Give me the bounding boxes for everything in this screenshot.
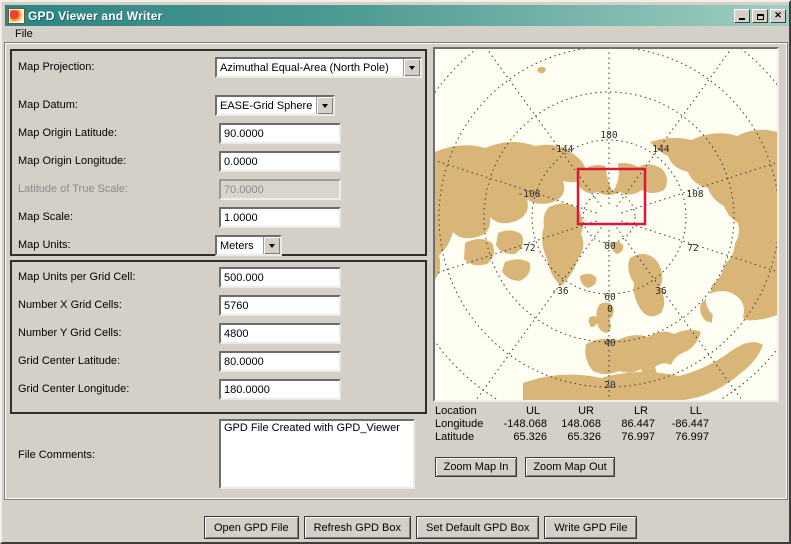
map-origin-latitude-label: Map Origin Latitude: xyxy=(18,127,118,139)
bottom-button-bar: Open GPD File Refresh GPD Box Set Defaul… xyxy=(204,516,638,539)
y-cells-input[interactable] xyxy=(219,323,341,344)
file-comments-label: File Comments: xyxy=(18,449,96,461)
menubar: File xyxy=(5,26,789,42)
loc-header-ur: UR xyxy=(578,404,594,417)
app-window: GPD Viewer and Writer ✕ File Map Project… xyxy=(0,0,791,544)
grid-center-latitude-input[interactable] xyxy=(219,351,341,372)
lon-label: 180 xyxy=(600,130,617,141)
map-units-label: Map Units: xyxy=(18,239,71,251)
x-cells-label: Number X Grid Cells: xyxy=(18,299,122,311)
lon-label: -36 xyxy=(551,286,568,297)
lon-label: 0 xyxy=(607,304,613,315)
write-gpd-file-button[interactable]: Write GPD File xyxy=(544,516,638,539)
loc-header-location: Location xyxy=(435,404,477,417)
arrow-glyph xyxy=(322,103,328,108)
polar-map: 180 -144 144 -108 108 -72 72 -36 36 0 80… xyxy=(435,49,777,400)
map-datum-label: Map Datum: xyxy=(18,99,78,111)
lat-label: 40 xyxy=(604,338,616,349)
maximize-button[interactable] xyxy=(752,8,768,23)
chevron-down-icon[interactable] xyxy=(316,97,333,114)
lon-label: -72 xyxy=(518,243,535,254)
landmass-arctic-island xyxy=(464,239,495,266)
map-scale-input[interactable] xyxy=(219,207,341,228)
x-cells-input[interactable] xyxy=(219,295,341,316)
window-title: GPD Viewer and Writer xyxy=(28,8,163,23)
map-datum-value: EASE-Grid Sphere xyxy=(220,99,313,112)
lon-label: -108 xyxy=(518,189,541,200)
file-comments-input[interactable]: GPD File Created with GPD_Viewer xyxy=(219,419,415,489)
loc-row-name: Longitude xyxy=(435,417,484,430)
grid-center-longitude-label: Grid Center Longitude: xyxy=(18,383,130,395)
chevron-down-icon[interactable] xyxy=(263,237,280,254)
latitude-true-scale-input xyxy=(219,179,341,200)
zoom-map-in-button[interactable]: Zoom Map In xyxy=(435,457,517,477)
refresh-gpd-box-button[interactable]: Refresh GPD Box xyxy=(303,516,412,539)
loc-header-ul: UL xyxy=(525,404,540,417)
lat-label: 20 xyxy=(604,380,616,391)
minimize-icon xyxy=(739,17,745,20)
titlebar[interactable]: GPD Viewer and Writer ✕ xyxy=(5,5,789,26)
loc-value: -86.447 xyxy=(671,417,709,430)
open-gpd-file-button[interactable]: Open GPD File xyxy=(204,516,299,539)
loc-value: 148.068 xyxy=(561,417,601,430)
map-datum-select[interactable]: EASE-Grid Sphere xyxy=(215,95,335,116)
units-per-cell-input[interactable] xyxy=(219,267,341,288)
map-projection-label: Map Projection: xyxy=(18,61,95,73)
map-units-value: Meters xyxy=(220,239,254,252)
loc-value: 65.326 xyxy=(567,430,601,443)
lon-label: 108 xyxy=(686,189,703,200)
close-icon: ✕ xyxy=(774,10,782,20)
app-icon xyxy=(8,7,25,24)
map-scale-label: Map Scale: xyxy=(18,211,74,223)
map-origin-longitude-input[interactable] xyxy=(219,151,341,172)
grid-center-longitude-input[interactable] xyxy=(219,379,341,400)
y-cells-label: Number Y Grid Cells: xyxy=(18,327,122,339)
map-view[interactable]: 180 -144 144 -108 108 -72 72 -36 36 0 80… xyxy=(433,47,779,402)
loc-value: 86.447 xyxy=(621,417,655,430)
lon-label: 72 xyxy=(687,243,698,254)
loc-row-name: Latitude xyxy=(435,430,475,443)
lat-label: 60 xyxy=(604,292,616,303)
maximize-icon xyxy=(756,13,764,20)
latitude-true-scale-label: Latitude of True Scale: xyxy=(18,183,129,195)
window-controls: ✕ xyxy=(734,8,786,23)
loc-value: 76.997 xyxy=(675,430,709,443)
minimize-button[interactable] xyxy=(734,8,750,23)
lat-label: 80 xyxy=(604,241,616,252)
lon-label: -144 xyxy=(551,144,574,155)
table-row: Longitude -148.068 148.068 86.447 -86.44… xyxy=(435,417,709,430)
arrow-glyph xyxy=(269,243,275,248)
table-row: Latitude 65.326 65.326 76.997 76.997 xyxy=(435,430,709,443)
map-origin-latitude-input[interactable] xyxy=(219,123,341,144)
loc-value: -148.068 xyxy=(503,417,547,430)
menu-file[interactable]: File xyxy=(10,27,38,41)
lon-label: 36 xyxy=(655,286,667,297)
loc-header-lr: LR xyxy=(633,404,648,417)
lon-label: 144 xyxy=(652,144,669,155)
set-default-gpd-box-button[interactable]: Set Default GPD Box xyxy=(416,516,540,539)
zoom-map-out-button[interactable]: Zoom Map Out xyxy=(525,457,615,477)
map-units-select[interactable]: Meters xyxy=(215,235,282,256)
map-projection-value: Azimuthal Equal-Area (North Pole) xyxy=(220,61,389,74)
map-projection-select[interactable]: Azimuthal Equal-Area (North Pole) xyxy=(215,57,422,78)
loc-header-ll: LL xyxy=(689,404,702,417)
corner-coordinates-table: Location UL UR LR LL Longitude -148.068 … xyxy=(435,404,709,443)
chevron-down-icon[interactable] xyxy=(403,59,420,76)
map-origin-longitude-label: Map Origin Longitude: xyxy=(18,155,127,167)
units-per-cell-label: Map Units per Grid Cell: xyxy=(18,271,136,283)
close-button[interactable]: ✕ xyxy=(770,8,786,23)
loc-value: 76.997 xyxy=(621,430,655,443)
arrow-glyph xyxy=(409,65,415,70)
loc-value: 65.326 xyxy=(513,430,547,443)
grid-center-latitude-label: Grid Center Latitude: xyxy=(18,355,121,367)
